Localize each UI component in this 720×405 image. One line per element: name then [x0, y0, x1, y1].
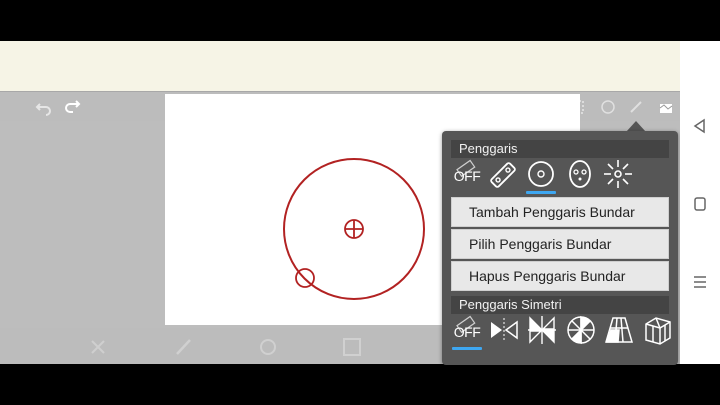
transform-icon[interactable]: [597, 96, 619, 118]
kaleidoscope-symmetry-icon[interactable]: [526, 314, 558, 348]
back-icon[interactable]: [690, 116, 710, 136]
ruler-off-icon[interactable]: OFF: [451, 158, 483, 192]
ruler-options-row: OFF: [448, 158, 672, 194]
redo-icon[interactable]: [61, 96, 83, 118]
ruler-section-title: Penggaris: [451, 140, 669, 158]
mirror-symmetry-icon[interactable]: [488, 314, 520, 348]
top-bar: [0, 41, 680, 91]
color-icon[interactable]: [341, 336, 363, 358]
ruler-tool-icon[interactable]: [625, 96, 647, 118]
symmetry-off-icon[interactable]: OFF: [451, 314, 483, 350]
symmetry-section-title: Penggaris Simetri: [451, 296, 669, 314]
home-icon[interactable]: [690, 194, 710, 214]
menu-icon[interactable]: [690, 272, 710, 292]
symmetry-off-label: OFF: [453, 324, 481, 340]
system-nav-bar: [680, 41, 720, 364]
brush-size-icon[interactable]: [257, 336, 279, 358]
3d-perspective-icon[interactable]: [642, 314, 674, 348]
add-circle-ruler-item[interactable]: Tambah Penggaris Bundar: [451, 197, 669, 227]
screen: Penggaris OFF Tambah Penggaris Bundar Pi…: [0, 0, 720, 405]
effect-icon[interactable]: [87, 336, 109, 358]
circle-ruler-icon[interactable]: [525, 158, 557, 194]
straight-ruler-icon[interactable]: [487, 158, 519, 192]
radial-ruler-icon[interactable]: [602, 158, 634, 192]
layer-icon[interactable]: [655, 96, 677, 118]
symmetry-options-row: OFF: [448, 314, 672, 350]
select-circle-ruler-item[interactable]: Pilih Penggaris Bundar: [451, 229, 669, 259]
brush-icon[interactable]: [172, 336, 194, 358]
undo-icon[interactable]: [33, 96, 55, 118]
ellipse-ruler-icon[interactable]: [564, 158, 596, 192]
delete-circle-ruler-item[interactable]: Hapus Penggaris Bundar: [451, 261, 669, 291]
perspective-grid-icon[interactable]: [603, 314, 635, 348]
rotational-symmetry-icon[interactable]: [565, 314, 597, 348]
ruler-off-label: OFF: [453, 168, 481, 184]
ruler-popup: Penggaris OFF Tambah Penggaris Bundar Pi…: [442, 131, 678, 365]
